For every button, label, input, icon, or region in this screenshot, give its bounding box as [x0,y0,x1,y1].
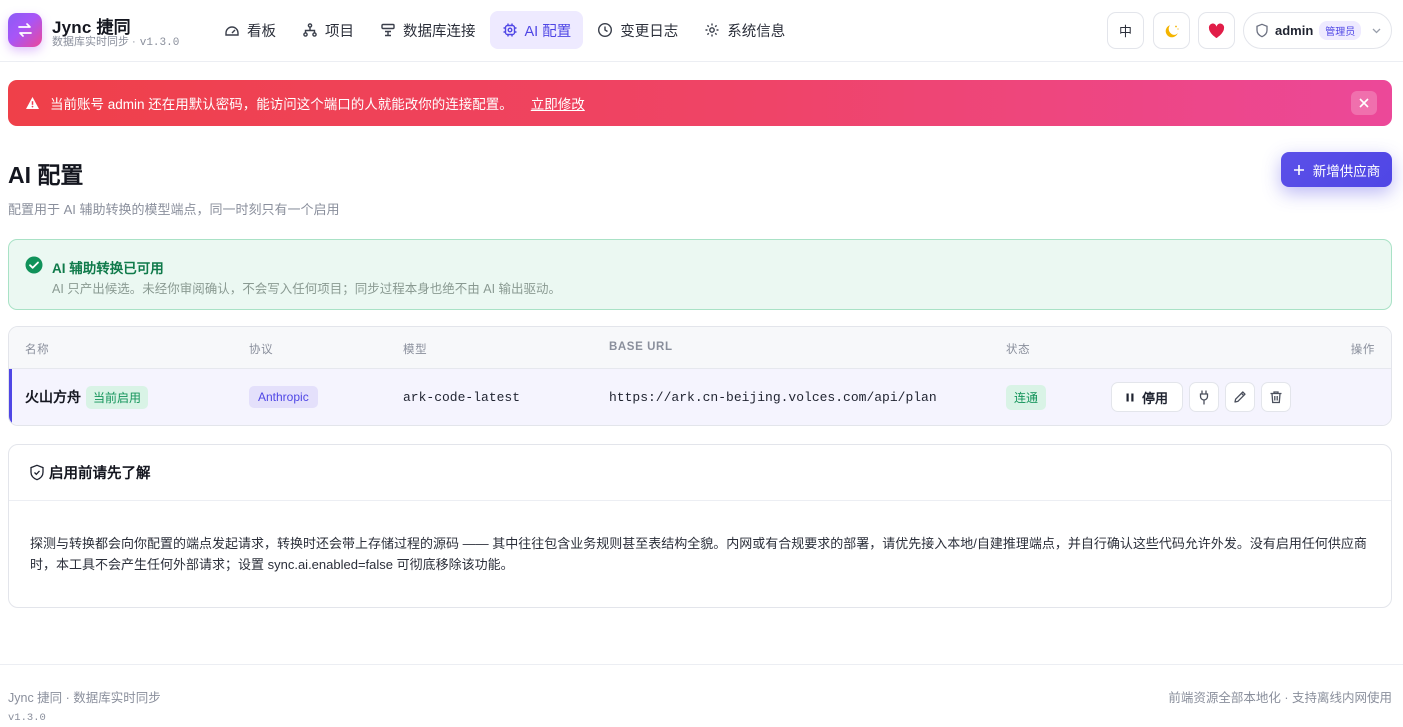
delete-button[interactable] [1261,382,1291,412]
nav-item-db-connections[interactable]: 数据库连接 [368,11,488,49]
user-menu[interactable]: admin 管理员 [1243,12,1392,49]
base-url-cell: https://ark.cn-beijing.volces.com/api/pl… [609,389,937,405]
alert-close-button[interactable] [1351,91,1377,115]
providers-table: 名称 协议 模型 BASE URL 状态 操作 火山方舟 当前启用 Anthro… [8,326,1392,426]
page-description: 配置用于 AI 辅助转换的模型端点，同一时刻只有一个启用 [8,202,340,217]
disable-button[interactable]: 停用 [1111,382,1183,412]
moon-icon [1165,24,1179,37]
notice-card: 启用前请先了解 探测与转换都会向你配置的端点发起请求，转换时还会带上存储过程的源… [8,444,1392,608]
nav-item-dashboard[interactable]: 看板 [212,11,288,49]
project-tree-icon [303,23,317,37]
notice-header: 启用前请先了解 [9,445,1391,501]
notice-title: 启用前请先了解 [49,466,151,482]
provider-name-cell: 火山方舟 当前启用 [25,369,149,425]
actions-cell: 停用 [1111,369,1291,425]
dashboard-icon [225,26,239,36]
status-badge: 连通 [1006,384,1047,410]
favorite-button[interactable] [1198,12,1235,49]
chevron-down-icon [1372,28,1381,34]
ai-status-title: AI 辅助转换已可用 [52,261,164,276]
ai-status-card: AI 辅助转换已可用 AI 只产出候选。未经你审阅确认，不会写入任何项目；同步过… [8,239,1392,310]
plug-icon [1199,389,1209,405]
test-connection-button[interactable] [1189,382,1219,412]
column-header-base-url: BASE URL [609,341,673,353]
app-logo[interactable] [8,13,42,47]
table-header: 名称 协议 模型 BASE URL 状态 操作 [9,327,1391,369]
page-title: AI 配置 [8,162,84,188]
notice-body: 探测与转换都会向你配置的端点发起请求，转换时还会带上存储过程的源码 —— 其中往… [30,536,1367,572]
check-circle-icon [25,256,43,274]
brand-version: v1.3.0 [139,37,180,49]
footer-note: 前端资源全部本地化 · 支持离线内网使用 [1168,691,1392,705]
nav-item-projects[interactable]: 项目 [290,11,366,49]
sync-arrows-icon [18,23,32,37]
provider-name: 火山方舟 [25,389,81,405]
role-badge: 管理员 [1319,21,1362,40]
column-header-protocol: 协议 [249,344,274,356]
footer-version: v1.3.0 [8,712,46,724]
heart-icon [1208,23,1225,38]
default-password-alert: 当前账号 admin 还在用默认密码，能访问这个端口的人就能改你的连接配置。 立… [8,80,1392,126]
ai-chip-icon [503,23,516,37]
close-icon [1359,98,1369,108]
page-footer: Jync 捷同 · 数据库实时同步 v1.3.0 前端资源全部本地化 · 支持离… [0,664,1403,727]
shield-icon [1256,23,1268,38]
ai-status-subtitle: AI 只产出候选。未经你审阅确认，不会写入任何项目；同步过程本身也绝不由 AI … [52,282,562,296]
pencil-icon [1234,391,1246,403]
top-header: Jync 捷同 数据库实时同步 · v1.3.0 看板 项目 数据库连接 AI 配… [0,0,1403,62]
gear-icon [705,23,719,37]
shield-icon [30,464,44,481]
change-password-link[interactable]: 立即修改 [531,93,585,113]
active-badge: 当前启用 [86,385,149,409]
column-header-model: 模型 [403,344,428,356]
plus-icon [1293,164,1304,175]
clock-icon [598,22,613,38]
brand-subtitle: 数据库实时同步 · v1.3.0 [52,36,180,49]
protocol-badge: Anthropic [249,386,318,408]
pause-icon [1126,393,1134,401]
main-nav: 看板 项目 数据库连接 AI 配置 变更日志 系统信息 [212,11,797,49]
database-connection-icon [381,23,395,37]
alert-message: 当前账号 admin 还在用默认密码，能访问这个端口的人就能改你的连接配置。 [50,97,513,112]
nav-item-ai-config[interactable]: AI 配置 [489,11,584,49]
protocol-cell: Anthropic [249,369,318,425]
user-name: admin [1275,23,1314,38]
trash-icon [1270,391,1282,404]
footer-brand: Jync 捷同 · 数据库实时同步 [8,691,161,705]
theme-toggle-button[interactable] [1153,12,1190,49]
column-header-name: 名称 [25,344,50,356]
language-toggle-button[interactable]: 中 [1107,12,1144,49]
column-header-actions: 操作 [1350,344,1375,356]
nav-item-system-info[interactable]: 系统信息 [692,11,797,49]
column-header-status: 状态 [1006,344,1031,356]
warning-icon [26,97,39,109]
status-cell: 连通 [1006,369,1047,425]
table-row: 火山方舟 当前启用 Anthropic ark-code-latest http… [9,369,1391,425]
nav-item-changelog[interactable]: 变更日志 [585,11,690,49]
edit-button[interactable] [1225,382,1255,412]
add-provider-button[interactable]: 新增供应商 [1281,152,1392,187]
model-cell: ark-code-latest [403,389,521,405]
